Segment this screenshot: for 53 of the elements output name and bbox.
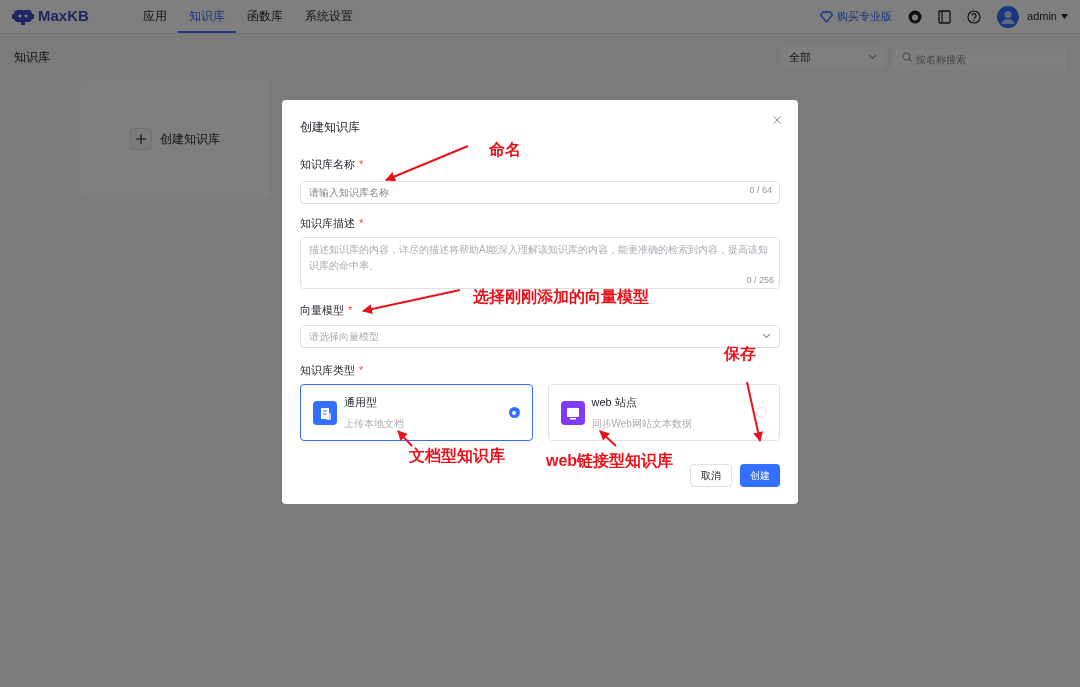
- buy-pro-link[interactable]: 购买专业版: [837, 8, 893, 25]
- annotation-label: 文档型知识库: [409, 446, 505, 466]
- option-title: web 站点: [591, 395, 638, 411]
- monitor-icon: [560, 400, 585, 425]
- cancel-button[interactable]: 取消: [690, 464, 732, 487]
- field-label: 知识库描述: [300, 215, 355, 231]
- required-mark: *: [359, 362, 364, 378]
- annotation-label: web链接型知识库: [546, 451, 674, 471]
- plus-icon: [130, 128, 152, 150]
- document-icon: [313, 400, 337, 425]
- logo-text: MaxKB: [38, 6, 89, 27]
- annotation-arrow: [397, 430, 413, 447]
- annotation-label: 选择刚刚添加的向量模型: [473, 287, 649, 307]
- create-card[interactable]: 创建知识库: [80, 79, 270, 199]
- search-icon: [902, 52, 912, 62]
- type-option-card[interactable]: 通用型 上传本地文档: [300, 384, 533, 441]
- select-placeholder: 请选择向量模型: [309, 329, 379, 344]
- create-card-label: 创建知识库: [160, 131, 220, 148]
- robot-logo-icon: [12, 7, 34, 26]
- filter-select[interactable]: 全部: [781, 46, 885, 68]
- close-icon[interactable]: [773, 116, 781, 124]
- user-name[interactable]: admin: [1027, 8, 1057, 25]
- dialog-title: 创建知识库: [300, 119, 360, 136]
- radio-button[interactable]: [756, 407, 767, 418]
- required-mark: *: [359, 215, 364, 231]
- nav-tab[interactable]: 系统设置: [294, 0, 364, 33]
- help-icon[interactable]: [967, 9, 982, 24]
- option-title: 通用型: [344, 395, 378, 411]
- chevron-down-icon: [762, 333, 771, 339]
- required-mark: *: [348, 303, 353, 318]
- nav-tab[interactable]: 知识库: [178, 0, 236, 33]
- option-subtitle: 同步Web网站文本数据: [591, 416, 693, 431]
- annotation-arrow: [599, 430, 617, 447]
- create-button[interactable]: 创建: [740, 464, 780, 487]
- option-subtitle: 上传本地文档: [344, 416, 405, 431]
- annotation-arrow: [746, 381, 763, 442]
- char-counter: 0 / 64: [749, 183, 772, 197]
- field-label: 知识库类型: [300, 362, 355, 378]
- nav-tab[interactable]: 应用: [132, 0, 178, 33]
- page-title: 知识库: [14, 49, 50, 66]
- char-counter: 0 / 256: [746, 273, 774, 287]
- annotation-label: 命名: [489, 140, 521, 160]
- field-label: 向量模型: [300, 303, 344, 318]
- caret-icon[interactable]: [1061, 14, 1068, 19]
- radio-button[interactable]: [508, 407, 520, 418]
- nav-tab[interactable]: 函数库: [236, 0, 294, 33]
- book-icon[interactable]: [938, 9, 952, 24]
- chevron-down-icon: [868, 54, 877, 60]
- required-mark: *: [359, 157, 364, 172]
- diamond-icon: [820, 10, 834, 23]
- type-option-card[interactable]: web 站点 同步Web网站文本数据: [547, 384, 780, 441]
- field-label: 知识库名称: [300, 157, 355, 172]
- avatar-icon: [997, 5, 1020, 28]
